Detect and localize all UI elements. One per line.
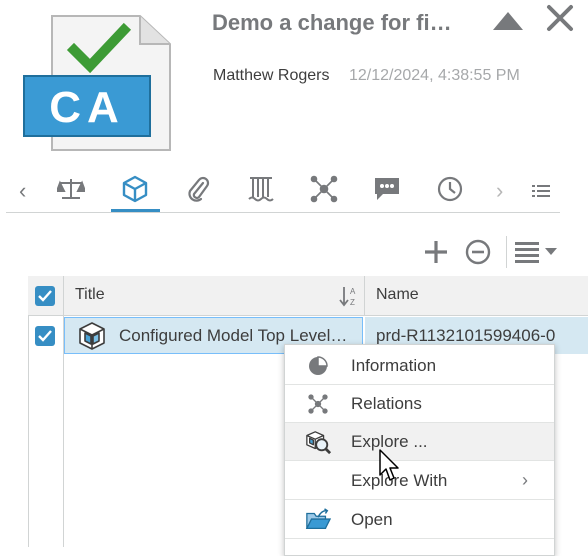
info-icon [305, 354, 331, 378]
tab-cube[interactable] [118, 172, 152, 206]
select-all-checkbox[interactable] [35, 286, 55, 306]
active-tab-indicator [111, 209, 160, 212]
context-menu: Information Relations Explore ... Explor… [284, 344, 555, 556]
change-action-app-icon: CA [22, 12, 174, 152]
tab-chat[interactable] [370, 172, 404, 206]
column-header-name[interactable]: Name [376, 286, 419, 304]
menu-item-label: Relations [351, 393, 422, 413]
menu-item-explore-with[interactable]: Explore With › [285, 462, 554, 500]
view-mode-dropdown[interactable] [513, 237, 561, 267]
cube-icon [122, 175, 148, 203]
page-title: Demo a change for fi… [212, 10, 452, 35]
row-title: Configured Model Top Level… [119, 326, 348, 345]
mouse-cursor-icon [378, 449, 400, 483]
svg-text:Z: Z [350, 298, 355, 307]
scales-icon [57, 179, 85, 199]
collapse-button[interactable] [491, 10, 525, 32]
menu-item-relations[interactable]: Relations [285, 385, 554, 423]
minus-circle-icon [465, 239, 491, 265]
chevron-right-icon: › [522, 470, 528, 490]
tabs-overflow-button[interactable] [532, 183, 552, 199]
tab-columns[interactable] [244, 172, 278, 206]
add-button[interactable] [421, 237, 451, 267]
paperclip-icon [188, 176, 210, 202]
column-header-title[interactable]: Title [75, 286, 105, 304]
column-divider [364, 276, 365, 315]
overflow-list-icon [532, 185, 550, 197]
row-checkbox[interactable] [35, 326, 55, 346]
close-button[interactable] [544, 2, 576, 34]
checkmark-icon [38, 290, 52, 302]
relations-icon [310, 175, 338, 203]
menu-item-open[interactable]: Open [285, 501, 554, 539]
clock-icon [437, 176, 463, 202]
tab-attachments[interactable] [181, 172, 215, 206]
columns-icon [248, 177, 274, 202]
tabs-prev-button[interactable]: ‹ [19, 178, 26, 204]
checkmark-icon [38, 330, 52, 342]
tab-bar [6, 168, 560, 213]
app-icon-text: CA [49, 83, 125, 132]
timestamp: 12/12/2024, 4:38:55 PM [349, 67, 520, 84]
remove-button[interactable] [463, 237, 493, 267]
close-icon [547, 5, 573, 31]
list-view-icon [515, 242, 557, 263]
row-name: prd-R1132101599406-0 [376, 326, 556, 345]
table-left-border [28, 315, 29, 547]
menu-item-label: Information [351, 355, 437, 375]
svg-text:A: A [350, 287, 356, 296]
open-icon [305, 508, 331, 532]
sort-button[interactable]: AZ [339, 285, 359, 307]
table-header [28, 276, 588, 316]
triangle-up-icon [493, 12, 523, 30]
tab-scales[interactable] [54, 172, 88, 206]
configured-model-icon [77, 321, 107, 351]
toolbar-separator [506, 236, 507, 268]
menu-item-explore[interactable]: Explore ... [285, 423, 554, 461]
relations-icon [305, 392, 331, 416]
menu-item-information[interactable]: Information [285, 347, 554, 385]
menu-item-label: Open [351, 509, 393, 529]
tabs-next-button[interactable]: › [496, 178, 503, 204]
chat-icon [375, 178, 399, 200]
explore-icon [305, 430, 331, 455]
sort-az-icon: AZ [339, 287, 356, 307]
author-name[interactable]: Matthew Rogers [213, 67, 330, 85]
tab-relations[interactable] [307, 172, 341, 206]
tab-history[interactable] [433, 172, 467, 206]
plus-icon [425, 241, 447, 263]
